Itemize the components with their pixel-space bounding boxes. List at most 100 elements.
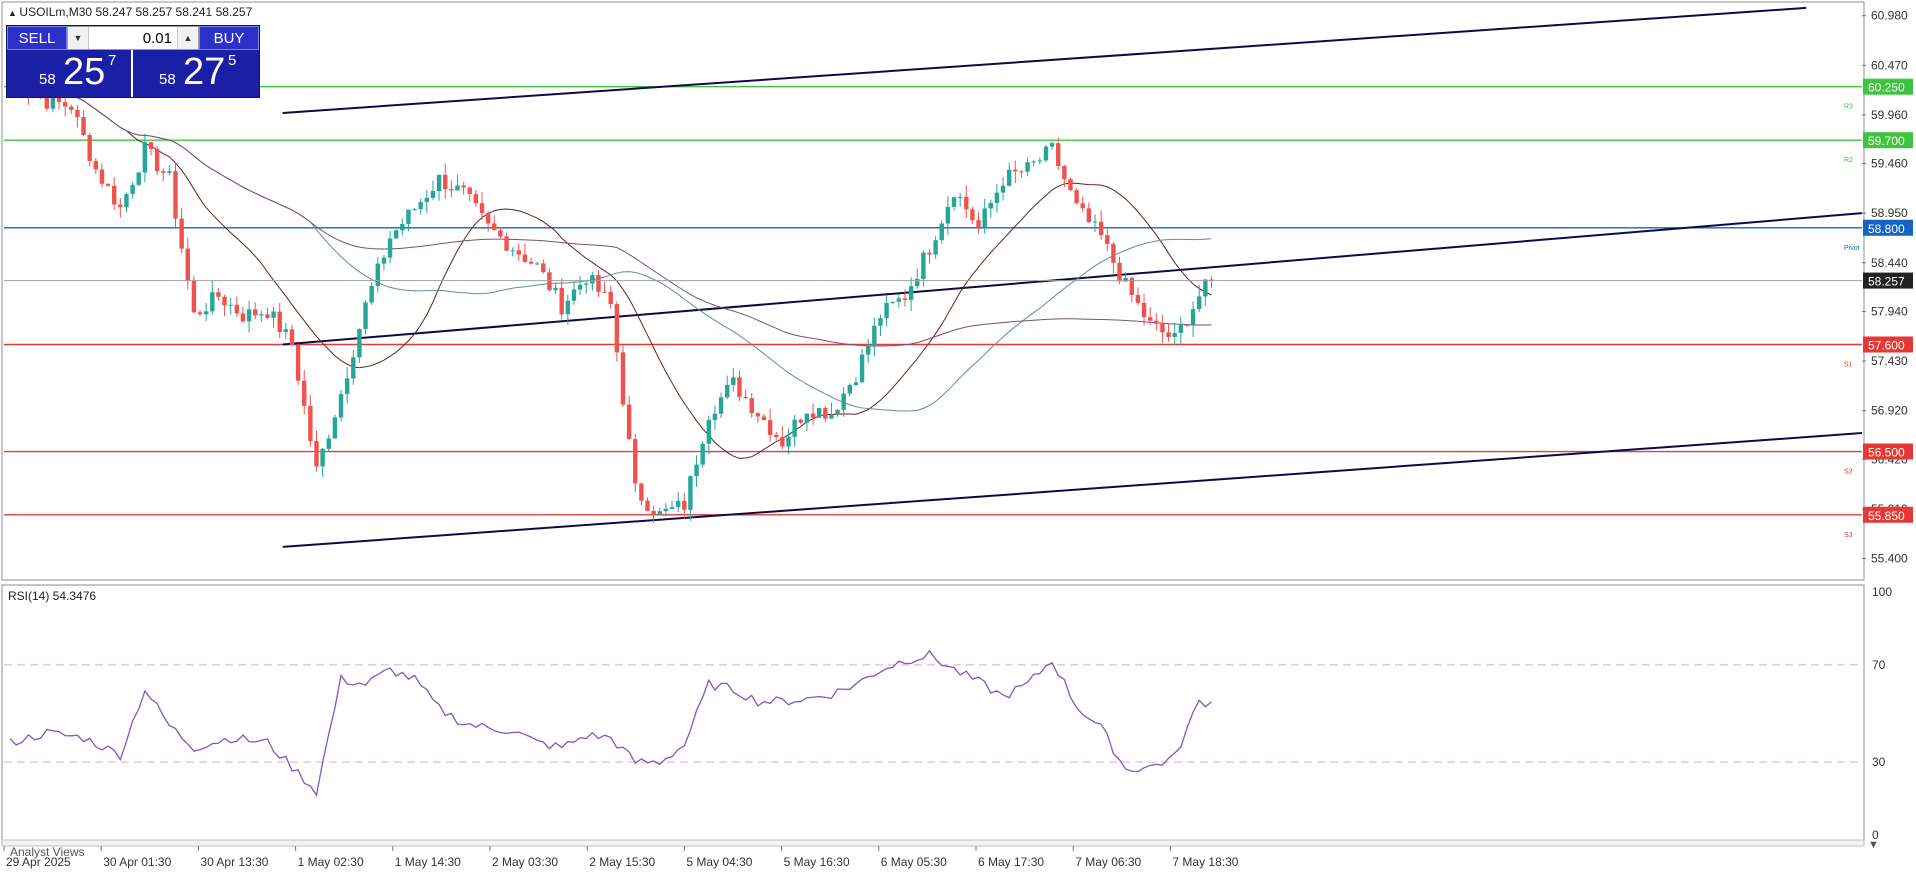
symbol-label: USOILm,M30 xyxy=(19,5,92,19)
rsi-tick-label: 70 xyxy=(1872,658,1886,672)
lot-dropdown-icon[interactable]: ▼ xyxy=(68,27,89,49)
level-price-label: 60.250 xyxy=(1868,81,1905,95)
candle-body xyxy=(485,212,491,224)
candle-body xyxy=(786,436,791,447)
candle-body xyxy=(528,261,534,264)
candle-body xyxy=(492,223,497,231)
candle-body xyxy=(780,437,785,447)
time-tick-label: 6 May 05:30 xyxy=(881,855,947,869)
candle-body xyxy=(75,109,80,118)
time-tick-label: 1 May 14:30 xyxy=(395,855,461,869)
time-tick-label: 7 May 06:30 xyxy=(1075,855,1141,869)
candle-body xyxy=(265,314,270,318)
candle-body xyxy=(473,194,479,204)
level-price-label: 55.850 xyxy=(1868,509,1905,523)
candle-body xyxy=(516,250,521,255)
candle-body xyxy=(534,263,540,265)
candle-body xyxy=(124,193,129,208)
candle-body xyxy=(829,414,834,419)
price-tick-label: 56.920 xyxy=(1871,404,1908,418)
buy-price-sup: 5 xyxy=(228,52,237,69)
lot-input[interactable] xyxy=(90,27,176,49)
candle-body xyxy=(577,284,583,290)
candle-body xyxy=(1092,221,1098,223)
candle-body xyxy=(908,286,914,300)
time-tick-label: 2 May 15:30 xyxy=(589,855,655,869)
bottom-separator xyxy=(1,839,1865,847)
candle-body xyxy=(964,196,969,210)
candle-body xyxy=(725,384,730,398)
candle-body xyxy=(823,408,828,419)
candle-body xyxy=(872,325,877,346)
level-name-label: S2 xyxy=(1844,469,1853,476)
candle-body xyxy=(289,329,295,346)
rsi-label: RSI(14) 54.3476 xyxy=(8,589,96,603)
sell-button[interactable]: SELL xyxy=(7,26,67,50)
candle-body xyxy=(798,419,803,423)
candle-body xyxy=(81,117,86,136)
candle-body xyxy=(804,413,810,423)
candle-body xyxy=(902,298,908,300)
candle-body xyxy=(326,438,331,449)
candle-body xyxy=(253,309,258,316)
time-axis[interactable]: 29 Apr 2025 30 Apr 01:30 30 Apr 13:30 1 May… xyxy=(3,846,1239,869)
scroll-marker-icon[interactable]: ▼ xyxy=(1868,839,1879,851)
candle-body xyxy=(706,419,712,444)
candle-body xyxy=(847,384,853,394)
candle-body xyxy=(351,357,356,379)
candle-body xyxy=(504,236,509,251)
one-click-trading-panel: SELL ▼ ▲ BUY 58 25 7 58 27 5 xyxy=(6,25,260,98)
candle-body xyxy=(1019,171,1024,173)
candle-body xyxy=(970,209,975,221)
candle-body xyxy=(467,187,472,195)
candle-body xyxy=(1203,279,1208,297)
rsi-pane[interactable] xyxy=(1,584,1865,841)
price-tick-label: 58.440 xyxy=(1871,256,1908,270)
price-tick-label: 60.470 xyxy=(1871,58,1908,72)
candle-body xyxy=(338,394,344,418)
candle-body xyxy=(921,252,926,279)
candle-body xyxy=(994,192,1000,203)
candle-body xyxy=(69,106,74,110)
time-tick-label: 1 May 02:30 xyxy=(298,855,364,869)
lot-increase-icon[interactable]: ▲ xyxy=(177,27,198,49)
candle-body xyxy=(234,304,240,314)
candle-body xyxy=(210,292,215,312)
candle-body xyxy=(976,220,981,228)
candle-body xyxy=(161,171,166,173)
ohlc-label: 58.247 58.257 58.241 58.257 xyxy=(95,5,252,19)
bottom-label[interactable]: Analyst Views xyxy=(10,845,84,859)
candle-body xyxy=(344,378,350,395)
price-tick-label: 60.980 xyxy=(1871,9,1908,23)
time-tick-label: 5 May 04:30 xyxy=(686,855,752,869)
candle-body xyxy=(112,185,117,205)
buy-price-big: 27 xyxy=(183,51,226,93)
candle-body xyxy=(498,230,503,237)
candle-body xyxy=(332,417,338,439)
candle-body xyxy=(44,97,49,109)
candle-body xyxy=(455,185,460,191)
candle-body xyxy=(614,304,620,353)
time-tick-label: 5 May 16:30 xyxy=(784,855,850,869)
candle-body xyxy=(393,230,399,239)
candle-body xyxy=(240,313,246,322)
sell-price[interactable]: 58 25 7 xyxy=(7,50,133,97)
candle-body xyxy=(1013,169,1018,172)
buy-button[interactable]: BUY xyxy=(199,26,259,50)
trading-chart[interactable]: 60.980 60.470 59.960 59.460 58.950 58.440 57.9… xyxy=(0,0,1916,874)
candle-body xyxy=(436,174,442,192)
candle-body xyxy=(626,404,632,440)
price-tick-label: 57.430 xyxy=(1871,354,1908,368)
candle-body xyxy=(357,329,362,358)
level-name-label: R2 xyxy=(1844,157,1853,164)
candle-body xyxy=(896,298,902,302)
candle-body xyxy=(1068,179,1073,191)
candle-body xyxy=(1166,332,1171,337)
candle-body xyxy=(682,500,687,510)
candle-body xyxy=(1141,302,1147,318)
buy-price[interactable]: 58 27 5 xyxy=(135,50,259,97)
level-price-label: 58.800 xyxy=(1868,222,1905,236)
candle-body xyxy=(1172,332,1177,337)
candle-body xyxy=(93,160,99,170)
candle-body xyxy=(105,183,111,186)
